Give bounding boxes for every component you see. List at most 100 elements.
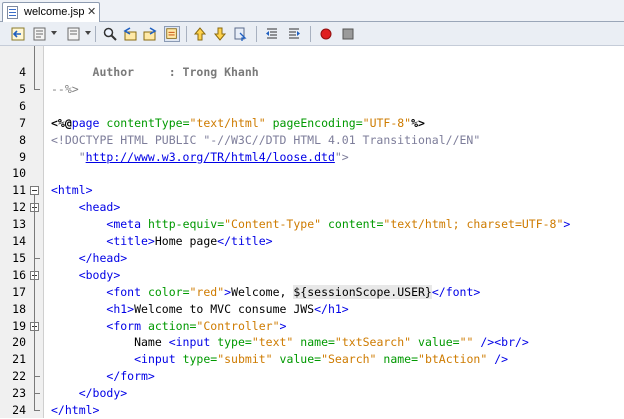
fold-guide-line [34, 330, 35, 377]
code-token: <form [106, 318, 142, 333]
code-token: pageEncoding= [272, 115, 363, 130]
code-token: "text/html" [189, 115, 266, 130]
source-icon[interactable] [66, 26, 82, 42]
code-token: "Controller" [196, 318, 280, 333]
code-token: <input [168, 335, 211, 350]
code-token: </head> [78, 250, 128, 265]
jsp-file-icon [7, 6, 18, 19]
code-line[interactable]: 4 Author : Trong Khanh [0, 64, 624, 81]
code-token: <html> [51, 183, 93, 198]
code-token: Welcome to MVC consume JWS [134, 301, 315, 316]
code-line[interactable]: 22 </form> [0, 368, 624, 385]
code-token: </font> [431, 284, 481, 299]
file-tab-welcome-jsp[interactable]: welcome.jsp ✕ [2, 2, 100, 22]
code-token: "Search" [321, 352, 377, 367]
fold-end-marker [34, 376, 40, 378]
code-text: </form> [51, 368, 154, 385]
code-line[interactable]: 21 <input type="submit" value="Search" n… [0, 351, 624, 368]
code-line[interactable]: 19 <form action="Controller"> [0, 318, 624, 335]
code-line[interactable]: 23 </body> [0, 385, 624, 402]
editor-tab-strip: welcome.jsp ✕ [0, 0, 624, 22]
toolbar-separator [310, 26, 311, 42]
source-dropdown-icon[interactable] [85, 31, 91, 35]
code-text: <form action="Controller"> [51, 318, 286, 335]
find-next-icon[interactable] [142, 26, 158, 42]
code-token: "text/html; charset=UTF-8" [383, 217, 564, 232]
code-line[interactable]: 9 "http://www.w3.org/TR/html4/loose.dtd"… [0, 149, 624, 166]
line-number: 19 [12, 318, 26, 333]
previous-bookmark-icon[interactable] [192, 26, 208, 42]
stop-macro-recording-icon[interactable] [340, 26, 356, 42]
code-token: contentType= [106, 115, 190, 130]
code-line[interactable]: 16 <body> [0, 267, 624, 284]
code-token: </title> [217, 234, 273, 248]
back-icon[interactable] [10, 26, 26, 42]
code-text: <meta http-equiv="Content-Type" content=… [51, 216, 570, 233]
code-line[interactable]: 13 <meta http-equiv="Content-Type" conte… [0, 216, 624, 233]
fold-end-marker [34, 88, 40, 90]
code-line[interactable]: 6 [0, 98, 624, 115]
code-line[interactable]: 11 <html> [0, 182, 624, 199]
line-number: 21 [12, 352, 26, 367]
code-line[interactable]: 5 --%> [0, 81, 624, 98]
code-text: Author : Trong Khanh [51, 64, 259, 81]
line-number: 16 [12, 267, 26, 282]
line-number: 6 [19, 98, 26, 113]
code-token: /><br/> [480, 335, 529, 350]
code-token: <%@ [51, 115, 72, 130]
find-previous-icon[interactable] [122, 26, 138, 42]
code-text: "http://www.w3.org/TR/html4/loose.dtd"> [51, 149, 349, 166]
code-text: <head> [51, 199, 121, 216]
code-line[interactable]: 20 Name <input type="text" name="txtSear… [0, 334, 624, 351]
code-line[interactable]: 15 </head> [0, 250, 624, 267]
code-line[interactable]: 17 <font color="red">Welcome, ${sessionS… [0, 284, 624, 301]
history-icon[interactable] [32, 26, 48, 42]
code-token: <head> [78, 200, 121, 215]
code-token: " [51, 149, 86, 164]
code-token: </h1> [314, 301, 349, 316]
code-token: content= [328, 217, 384, 232]
line-number: 9 [19, 149, 26, 164]
code-line[interactable]: 8 <!DOCTYPE HTML PUBLIC "-//W3C//DTD HTML… [0, 132, 624, 149]
shift-line-left-icon[interactable] [264, 26, 280, 42]
next-bookmark-icon[interactable] [212, 26, 228, 42]
toolbar-separator [95, 26, 96, 42]
code-text: <h1>Welcome to MVC consume JWS</h1> [51, 301, 349, 318]
start-macro-recording-icon[interactable] [318, 26, 334, 42]
code-text: </head> [51, 250, 127, 267]
code-line[interactable]: 14 <title>Home page</title> [0, 233, 624, 250]
find-icon[interactable] [102, 26, 118, 42]
collapse-fold-icon[interactable] [30, 186, 39, 196]
code-line[interactable]: 18 <h1>Welcome to MVC consume JWS</h1> [0, 301, 624, 318]
code-line[interactable]: 10 [0, 165, 624, 182]
close-tab-icon[interactable]: ✕ [87, 5, 96, 18]
toggle-bookmark-icon[interactable] [232, 26, 248, 42]
code-line[interactable]: 24 </html> [0, 402, 624, 419]
code-token: %> [411, 115, 425, 130]
shift-line-right-icon[interactable] [286, 26, 302, 42]
code-line[interactable]: 12 <head> [0, 199, 624, 216]
code-text: <%@page contentType="text/html" pageEnco… [51, 115, 425, 132]
line-number: 18 [12, 301, 26, 316]
fold-guide-line [34, 46, 35, 89]
code-token: Author : Trong Khanh [51, 65, 259, 79]
line-number: 11 [12, 183, 26, 198]
code-text: <input type="submit" value="Search" name… [51, 351, 508, 368]
line-number: 10 [12, 166, 26, 181]
toggle-highlight-icon[interactable] [164, 26, 180, 42]
code-token: http://www.w3.org/TR/html4/loose.dtd [85, 149, 335, 164]
toolbar-separator [186, 26, 187, 42]
code-token: <h1> [106, 301, 135, 316]
line-number: 22 [12, 369, 26, 384]
history-dropdown-icon[interactable] [51, 31, 57, 35]
code-line[interactable]: 7 <%@page contentType="text/html" pageEnc… [0, 115, 624, 132]
